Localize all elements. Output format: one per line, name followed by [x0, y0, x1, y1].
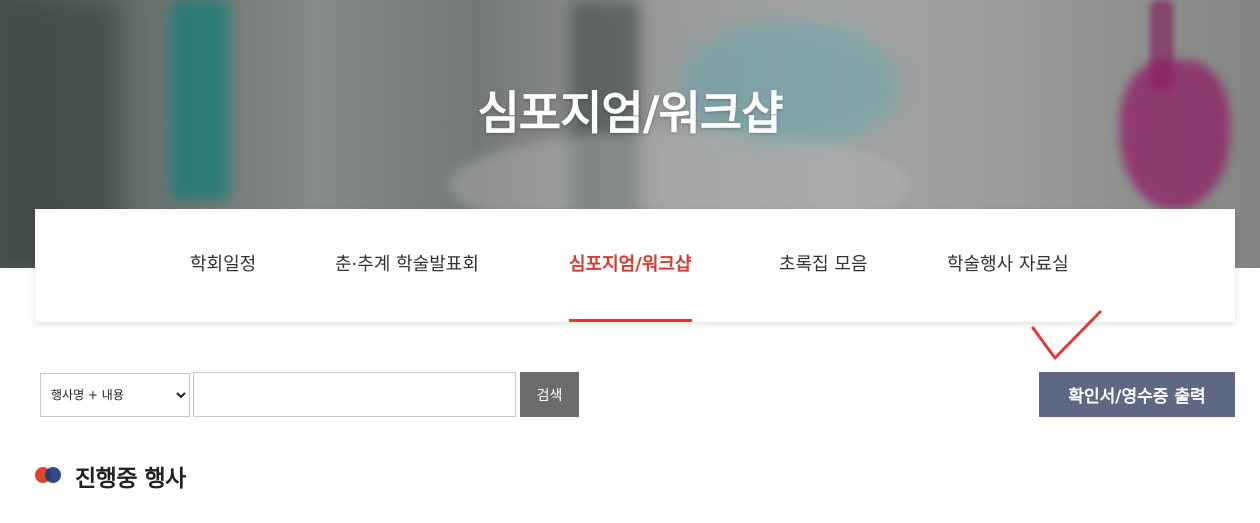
- tab-schedule[interactable]: 학회일정: [190, 209, 256, 322]
- tab-event-archive[interactable]: 학술행사 자료실: [947, 209, 1069, 322]
- page-title: 심포지엄/워크샵: [477, 86, 783, 140]
- check-mark-annotation: [1031, 310, 1102, 360]
- sub-navigation: 학회일정 춘·추계 학술발표회 심포지엄/워크샵 초록집 모음 학술행사 자료실: [35, 209, 1235, 322]
- search-input[interactable]: [193, 372, 516, 417]
- section-title: 진행중 행사: [75, 466, 186, 492]
- section-bullet-icon: [35, 467, 61, 483]
- tab-spring-fall-conference[interactable]: 춘·추계 학술발표회: [335, 209, 479, 322]
- search-button[interactable]: 검색: [520, 372, 579, 417]
- tab-symposium-workshop[interactable]: 심포지엄/워크샵: [569, 209, 692, 322]
- search-category-select[interactable]: 행사명 + 내용: [40, 373, 190, 417]
- print-certificate-receipt-button[interactable]: 확인서/영수증 출력: [1039, 372, 1235, 417]
- tab-abstract-collection[interactable]: 초록집 모음: [779, 209, 868, 322]
